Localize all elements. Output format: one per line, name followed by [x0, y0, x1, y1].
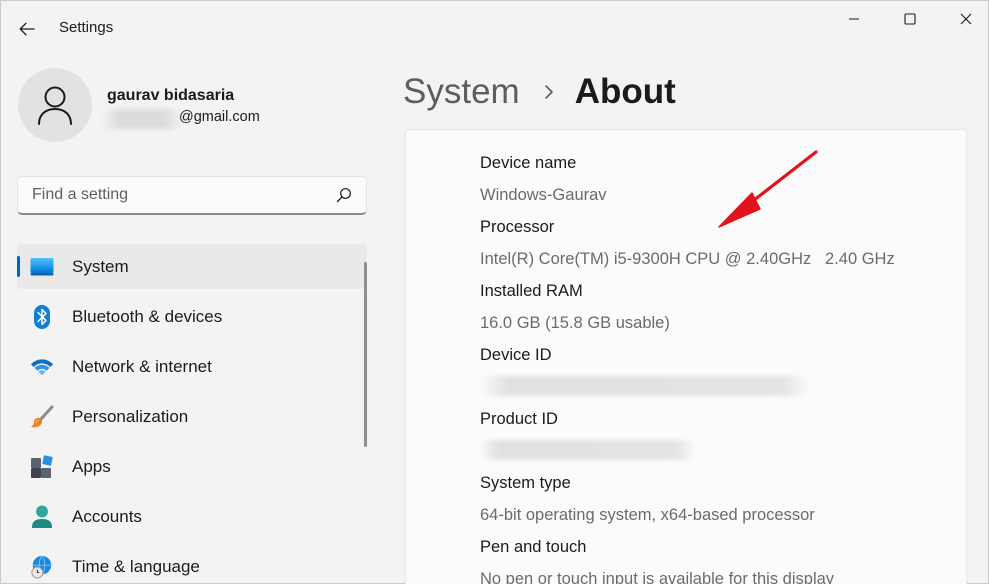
sidebar-item-accounts[interactable]: Accounts	[17, 494, 367, 539]
avatar[interactable]	[18, 68, 92, 142]
spec-value: 16.0 GB (15.8 GB usable)	[480, 314, 670, 332]
spec-processor: Processor Intel(R) Core(TM) i5-9300H CPU…	[480, 216, 895, 270]
sidebar-item-label: Bluetooth & devices	[72, 307, 223, 326]
spec-product-id: Product ID	[480, 408, 695, 460]
spec-label: Pen and touch	[480, 538, 587, 556]
minimize-button[interactable]	[826, 1, 882, 37]
sidebar-item-label: System	[72, 257, 129, 276]
paintbrush-icon	[30, 405, 54, 429]
spec-label: Device name	[480, 154, 577, 172]
minimize-icon	[849, 18, 859, 20]
spec-value: Intel(R) Core(TM) i5-9300H CPU @ 2.40GHz…	[480, 250, 895, 268]
redacted-email	[102, 109, 182, 129]
spec-pen-touch: Pen and touch No pen or touch input is a…	[480, 536, 834, 584]
sidebar-nav: System Bluetooth & devices Network & int…	[17, 244, 367, 584]
sidebar-item-system[interactable]: System	[17, 244, 367, 289]
sidebar-item-bluetooth[interactable]: Bluetooth & devices	[17, 294, 367, 339]
user-name: gaurav bidasaria	[107, 87, 235, 104]
title-bar: Settings	[1, 1, 989, 53]
globe-clock-icon	[30, 555, 54, 579]
spec-label: Installed RAM	[480, 282, 583, 300]
chevron-right-icon	[544, 82, 556, 102]
spec-label: Processor	[480, 218, 555, 236]
close-icon	[960, 13, 972, 25]
sidebar-item-label: Time & language	[72, 557, 200, 576]
breadcrumb: System About	[403, 69, 676, 115]
device-specifications-card: Device name Windows-Gaurav Processor Int…	[405, 129, 967, 584]
redacted-product-id	[480, 440, 695, 460]
page-title: About	[574, 72, 676, 111]
wifi-icon	[30, 355, 54, 379]
spec-device-id: Device ID	[480, 344, 810, 396]
back-button[interactable]	[11, 13, 43, 45]
spec-installed-ram: Installed RAM 16.0 GB (15.8 GB usable)	[480, 280, 670, 334]
search-icon[interactable]	[336, 187, 352, 203]
maximize-button[interactable]	[882, 1, 938, 37]
sidebar-scrollbar[interactable]	[364, 262, 367, 447]
sidebar-item-label: Apps	[72, 457, 111, 476]
spec-device-name: Device name Windows-Gaurav	[480, 152, 607, 206]
close-button[interactable]	[938, 1, 989, 37]
sidebar-item-time-language[interactable]: Time & language	[17, 544, 367, 584]
sidebar-item-label: Network & internet	[72, 357, 212, 376]
app-title: Settings	[59, 19, 114, 36]
bluetooth-icon	[30, 305, 54, 329]
system-monitor-icon	[30, 255, 54, 279]
sidebar-item-label: Personalization	[72, 407, 189, 426]
apps-icon	[30, 455, 54, 479]
search-input[interactable]	[18, 177, 318, 213]
spec-label: Device ID	[480, 346, 552, 364]
spec-system-type: System type 64-bit operating system, x64…	[480, 472, 815, 526]
sidebar-item-personalization[interactable]: Personalization	[17, 394, 367, 439]
breadcrumb-parent[interactable]: System	[403, 72, 520, 112]
search-box[interactable]	[17, 176, 367, 215]
sidebar-item-apps[interactable]: Apps	[17, 444, 367, 489]
spec-label: System type	[480, 474, 571, 492]
accounts-icon	[30, 505, 54, 529]
sidebar-item-label: Accounts	[72, 507, 142, 526]
spec-label: Product ID	[480, 410, 558, 428]
sidebar-item-network[interactable]: Network & internet	[17, 344, 367, 389]
person-icon	[38, 86, 72, 125]
redacted-device-id	[480, 376, 810, 396]
user-email: @gmail.com	[179, 109, 260, 125]
spec-value: Windows-Gaurav	[480, 186, 607, 204]
back-arrow-icon	[19, 22, 35, 36]
spec-value: 64-bit operating system, x64-based proce…	[480, 506, 815, 524]
maximize-icon	[904, 13, 916, 25]
spec-value: No pen or touch input is available for t…	[480, 570, 835, 584]
